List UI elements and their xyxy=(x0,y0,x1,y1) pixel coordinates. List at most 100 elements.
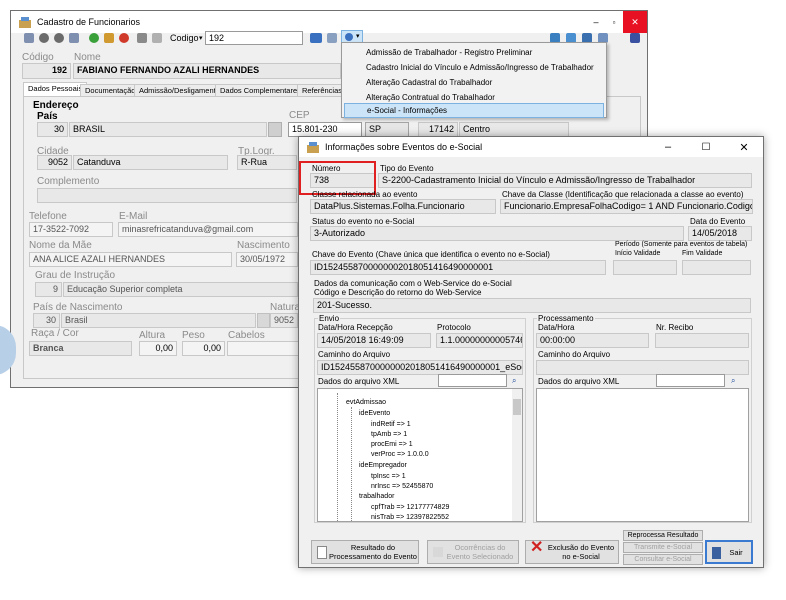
resultado-processamento-button[interactable]: Resultado do Processamento do Evento xyxy=(311,540,419,564)
ocorrencias-button[interactable]: Ocorrências do Evento Selecionado xyxy=(427,540,519,564)
toolbar-codigo-input[interactable]: 192 xyxy=(205,31,303,45)
menu-item-cadastro-inicial[interactable]: Cadastro Inicial do Vínculo e Admissão/I… xyxy=(344,60,604,75)
pais-code-field: 30 xyxy=(37,122,68,137)
tree-node[interactable]: procEmi => 1 xyxy=(371,441,413,448)
list-icon xyxy=(433,547,443,557)
search-icon[interactable] xyxy=(310,33,322,43)
prev-record-icon[interactable] xyxy=(39,33,49,43)
cabelos-field xyxy=(227,341,299,356)
next-record-icon[interactable] xyxy=(54,33,64,43)
minimize-button[interactable]: – xyxy=(649,137,687,157)
exit-door-icon xyxy=(712,547,721,559)
raca-label: Raça / Cor xyxy=(31,328,79,339)
exit-icon[interactable] xyxy=(630,33,640,43)
proc-xml-label: Dados do arquivo XML xyxy=(538,377,620,386)
binoculars-icon[interactable]: ⌕ xyxy=(512,376,516,386)
peso-field: 0,00 xyxy=(182,341,225,356)
envio-title: Envio xyxy=(318,314,341,323)
tab-admissao[interactable]: Admissão/Desligamento xyxy=(134,84,225,96)
sair-button[interactable]: Sair xyxy=(705,540,753,564)
reprocessa-button[interactable]: Reprocessa Resultado xyxy=(623,530,703,541)
proc-xml-search[interactable] xyxy=(656,374,725,387)
pais-name-field: BRASIL xyxy=(69,122,267,137)
peso-label: Peso xyxy=(182,330,205,341)
mae-label: Nome da Mãe xyxy=(29,240,92,251)
tree-node[interactable]: trabalhador xyxy=(359,493,394,500)
minimize-button[interactable]: – xyxy=(587,11,605,33)
nome-label: Nome xyxy=(74,52,101,63)
tree-node[interactable]: nrInsc => 52455870 xyxy=(371,483,433,490)
esocial-dropdown-menu: Admissão de Trabalhador - Registro Preli… xyxy=(341,42,607,118)
altura-label: Altura xyxy=(139,330,166,341)
pais-nasc-name-field: Brasil xyxy=(61,313,256,328)
tree-node[interactable]: cpfTrab => 12177774829 xyxy=(371,504,449,511)
first-record-icon[interactable] xyxy=(24,33,34,43)
exclusao-button[interactable]: ✕ Exclusão do Evento no e-Social xyxy=(525,540,619,564)
tree-node[interactable]: tpInsc => 1 xyxy=(371,473,406,480)
close-button[interactable]: ✕ xyxy=(725,137,763,157)
edit-icon[interactable] xyxy=(104,33,114,43)
endereco-title: Endereço xyxy=(33,100,79,111)
tree-node[interactable]: nisTrab => 12397822552 xyxy=(371,514,449,521)
maximize-button[interactable]: ▫ xyxy=(605,11,623,33)
binoculars-icon[interactable]: ⌕ xyxy=(731,376,735,386)
grau-name-field: Educação Superior completa xyxy=(63,282,298,297)
recibo-field xyxy=(655,333,749,348)
tree-node[interactable]: evtAdmissao xyxy=(346,399,386,406)
classe-label: Classe relacionada ao evento xyxy=(312,190,418,199)
uf-select[interactable]: SP xyxy=(365,122,409,137)
fim-validade-field xyxy=(682,260,751,275)
email-field: minasrefricatanduva@gmail.com xyxy=(118,222,298,237)
natural-label: Natura xyxy=(270,302,301,313)
undo-icon[interactable] xyxy=(152,33,162,43)
tab-documentacao[interactable]: Documentação xyxy=(80,84,141,96)
chave-evento-field: ID1524558700000002018051416490000001 xyxy=(310,260,606,275)
tab-referencias[interactable]: Referências xyxy=(297,84,348,96)
fim-validade-label: Fim Validade xyxy=(682,250,723,257)
envio-caminho-field: ID1524558700000002018051416490000001_eSo… xyxy=(317,360,523,375)
tree-node[interactable]: tpAmb => 1 xyxy=(371,431,407,438)
tree-node[interactable]: ideEvento xyxy=(359,410,390,417)
envio-xml-label: Dados do arquivo XML xyxy=(318,377,400,386)
tab-dados-pessoais[interactable]: Dados Pessoais xyxy=(23,82,88,96)
link-icon[interactable] xyxy=(327,33,337,43)
proc-data-field: 00:00:00 xyxy=(536,333,649,348)
pais-lookup-button[interactable] xyxy=(268,122,282,137)
envio-data-label: Data/Hora Recepção xyxy=(318,323,393,332)
chave-evento-label: Chave do Evento (Chave única que identif… xyxy=(312,250,550,259)
tree-scrollbar[interactable] xyxy=(512,389,522,521)
bairro-name-field: Centro xyxy=(459,122,569,137)
envio-xml-search[interactable] xyxy=(438,374,507,387)
tree-node[interactable]: indRetif => 1 xyxy=(371,421,411,428)
raca-select[interactable]: Branca xyxy=(29,341,132,356)
proc-caminho-label: Caminho do Arquivo xyxy=(538,350,611,359)
xml-tree-view[interactable]: evtAdmissao ideEvento indRetif => 1 tpAm… xyxy=(317,388,523,522)
menu-item-admissao-preliminar[interactable]: Admissão de Trabalhador - Registro Preli… xyxy=(344,45,604,60)
tipo-label: Tipo do Evento xyxy=(380,164,434,173)
proc-xml-tree-view[interactable] xyxy=(536,388,749,522)
transmite-button[interactable]: Transmite e-Social xyxy=(623,542,703,553)
menu-item-esocial-informacoes[interactable]: e-Social - Informações xyxy=(344,103,604,118)
print-icon[interactable] xyxy=(137,33,147,43)
cep-field[interactable]: 15.801-230 xyxy=(288,122,362,137)
pais-nasc-lookup-button[interactable] xyxy=(257,313,270,328)
new-icon[interactable] xyxy=(89,33,99,43)
protocolo-field: 1.1.0000000000574686 xyxy=(436,333,523,348)
maximize-button[interactable]: ☐ xyxy=(687,137,725,157)
tree-node[interactable]: verProc => 1.0.0.0 xyxy=(371,451,429,458)
delete-icon[interactable] xyxy=(119,33,129,43)
chevron-down-icon[interactable]: ▾ xyxy=(199,34,203,42)
menu-item-alteracao-cadastral[interactable]: Alteração Cadastral do Trabalhador xyxy=(344,75,604,90)
tree-node[interactable]: ideEmpregador xyxy=(359,462,407,469)
app-icon xyxy=(19,16,31,28)
protocolo-label: Protocolo xyxy=(437,323,471,332)
last-record-icon[interactable] xyxy=(69,33,79,43)
pais-label: País xyxy=(37,111,58,122)
tab-dados-complementares[interactable]: Dados Complementares xyxy=(215,84,306,96)
close-button[interactable]: ✕ xyxy=(623,11,647,33)
cabelos-label: Cabelos xyxy=(228,330,265,341)
consultar-button[interactable]: Consultar e-Social xyxy=(623,554,703,565)
bairro-code-field: 17142 xyxy=(418,122,458,137)
nascimento-label: Nascimento xyxy=(237,240,290,251)
document-icon xyxy=(317,546,327,559)
